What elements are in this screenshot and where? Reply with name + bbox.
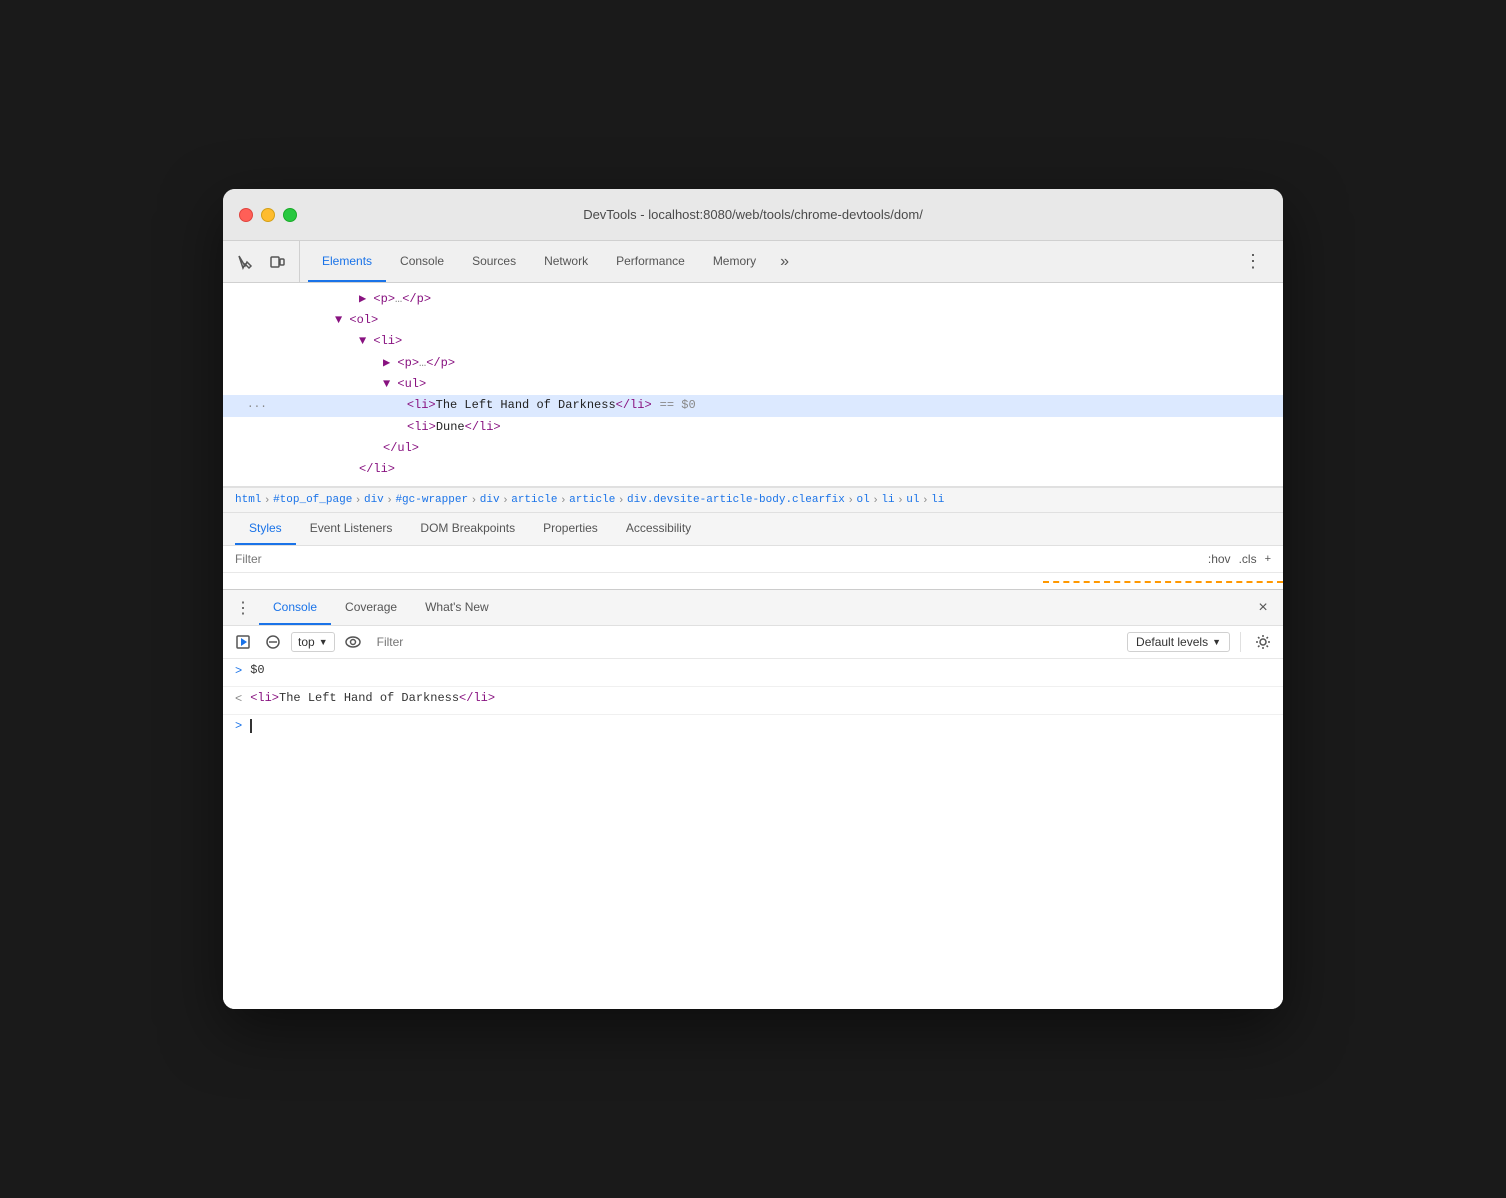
console-code-output: <li>The Left Hand of Darkness</li>: [250, 691, 1271, 705]
breadcrumb-item-gcwrapper[interactable]: #gc-wrapper: [395, 494, 468, 506]
maximize-button[interactable]: [283, 208, 297, 222]
main-content: ▶ <p>…</p> ▼ <ol> ▼ <li> ▶ <p>…</p> ▼ <u…: [223, 283, 1283, 1009]
toolbar-icons: [231, 241, 300, 282]
main-tabbar: Elements Console Sources Network Perform…: [223, 241, 1283, 283]
dom-tree-panel: ▶ <p>…</p> ▼ <ol> ▼ <li> ▶ <p>…</p> ▼ <u…: [223, 283, 1283, 487]
console-tab-whats-new[interactable]: What's New: [411, 590, 503, 625]
tab-event-listeners[interactable]: Event Listeners: [296, 513, 407, 545]
breadcrumb-item-html[interactable]: html: [235, 494, 261, 506]
console-tab-coverage[interactable]: Coverage: [331, 590, 411, 625]
console-prompt-arrow: >: [235, 719, 242, 733]
breadcrumb-item-div1[interactable]: div: [364, 494, 384, 506]
console-arrow-input: >: [235, 663, 242, 678]
breadcrumb-item-li1[interactable]: li: [881, 494, 894, 506]
more-tabs-button[interactable]: »: [770, 241, 799, 282]
inspect-element-icon[interactable]: [231, 248, 259, 276]
console-cursor: [250, 719, 252, 733]
styles-filter-bar: :hov .cls +: [223, 546, 1283, 573]
console-settings-button[interactable]: [1251, 630, 1275, 654]
breadcrumb-item-article2[interactable]: article: [569, 494, 615, 506]
console-more-button[interactable]: ⋮: [231, 596, 255, 620]
tab-elements[interactable]: Elements: [308, 241, 386, 282]
styles-filter-input[interactable]: [235, 552, 1208, 566]
cls-toggle[interactable]: .cls: [1239, 552, 1257, 566]
styles-preview-area: [223, 573, 1283, 589]
breadcrumb-item-article1[interactable]: article: [511, 494, 557, 506]
window-title: DevTools - localhost:8080/web/tools/chro…: [583, 207, 923, 222]
breadcrumb-item-top[interactable]: #top_of_page: [273, 494, 352, 506]
device-toolbar-icon[interactable]: [263, 248, 291, 276]
console-input-row[interactable]: >: [223, 715, 1283, 737]
breadcrumb-item-ol[interactable]: ol: [857, 494, 870, 506]
traffic-lights: [239, 208, 297, 222]
add-style-button[interactable]: +: [1265, 553, 1271, 565]
dom-line[interactable]: </ul>: [223, 438, 1283, 459]
dom-line[interactable]: ▶ <p>…</p>: [223, 353, 1283, 374]
breadcrumb-item-div2[interactable]: div: [480, 494, 500, 506]
console-levels-dropdown[interactable]: Default levels ▼: [1127, 632, 1230, 652]
breadcrumb-item-ul[interactable]: ul: [906, 494, 919, 506]
minimize-button[interactable]: [261, 208, 275, 222]
close-button[interactable]: [239, 208, 253, 222]
tab-properties[interactable]: Properties: [529, 513, 612, 545]
console-arrow-output: <: [235, 691, 242, 706]
console-row-output: < <li>The Left Hand of Darkness</li>: [223, 687, 1283, 715]
console-output: > $0 < <li>The Left Hand of Darkness</li…: [223, 659, 1283, 1009]
dom-line[interactable]: ▶ <p>…</p>: [223, 289, 1283, 310]
panel-tabs: Styles Event Listeners DOM Breakpoints P…: [223, 513, 1283, 546]
tab-sources[interactable]: Sources: [458, 241, 530, 282]
console-execute-button[interactable]: [231, 630, 255, 654]
dom-line[interactable]: </li>: [223, 459, 1283, 480]
dom-line-selected[interactable]: ... <li>The Left Hand of Darkness</li> =…: [223, 395, 1283, 417]
devtools-window: DevTools - localhost:8080/web/tools/chro…: [223, 189, 1283, 1009]
breadcrumb-bar: html › #top_of_page › div › #gc-wrapper …: [223, 487, 1283, 513]
breadcrumb-item-divclass[interactable]: div.devsite-article-body.clearfix: [627, 494, 845, 506]
console-clear-button[interactable]: [261, 630, 285, 654]
console-tab-console[interactable]: Console: [259, 590, 331, 625]
styles-dashed-preview: [1043, 581, 1283, 583]
console-code-$0: $0: [250, 663, 1271, 677]
console-section: ⋮ Console Coverage What's New ×: [223, 589, 1283, 1009]
dom-line[interactable]: ▼ <ul>: [223, 374, 1283, 395]
hov-toggle[interactable]: :hov: [1208, 552, 1231, 566]
tab-accessibility[interactable]: Accessibility: [612, 513, 705, 545]
tab-memory[interactable]: Memory: [699, 241, 770, 282]
dom-line[interactable]: ▼ <ol>: [223, 310, 1283, 331]
console-tabbar: ⋮ Console Coverage What's New ×: [223, 590, 1283, 626]
toolbar-separator: [1240, 632, 1241, 652]
dom-line[interactable]: ▼ <li>: [223, 331, 1283, 352]
customize-devtools-button[interactable]: ⋮: [1239, 248, 1267, 276]
tab-dom-breakpoints[interactable]: DOM Breakpoints: [406, 513, 529, 545]
breadcrumb-item-li2[interactable]: li: [931, 494, 944, 506]
console-row-input-$0: > $0: [223, 659, 1283, 687]
console-context-selector[interactable]: top ▼: [291, 632, 335, 652]
console-toolbar: top ▼ Default levels ▼: [223, 626, 1283, 659]
tab-performance[interactable]: Performance: [602, 241, 699, 282]
console-filter-input[interactable]: [371, 633, 1121, 651]
dom-line[interactable]: <li>Dune</li>: [223, 417, 1283, 438]
tab-styles[interactable]: Styles: [235, 513, 296, 545]
tab-console[interactable]: Console: [386, 241, 458, 282]
tab-network[interactable]: Network: [530, 241, 602, 282]
tabbar-end: ⋮: [1231, 241, 1275, 282]
console-close-button[interactable]: ×: [1251, 596, 1275, 620]
titlebar: DevTools - localhost:8080/web/tools/chro…: [223, 189, 1283, 241]
console-eye-button[interactable]: [341, 630, 365, 654]
